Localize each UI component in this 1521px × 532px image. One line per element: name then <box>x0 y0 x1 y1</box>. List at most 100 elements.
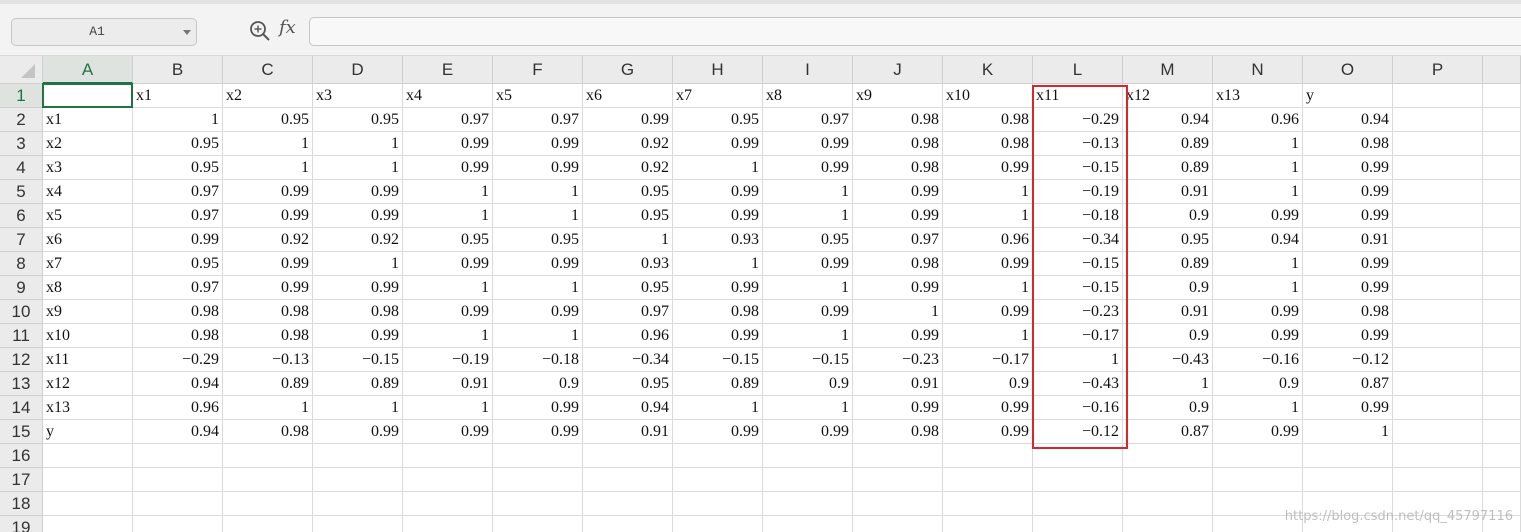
cell-p16[interactable] <box>1393 444 1483 468</box>
cell-p2[interactable] <box>1393 108 1483 132</box>
cell-c13[interactable]: 0.89 <box>223 372 313 396</box>
cell-c19[interactable] <box>223 516 313 532</box>
cell-m14[interactable]: 0.9 <box>1123 396 1213 420</box>
cell-g7[interactable]: 1 <box>583 228 673 252</box>
cell-a3[interactable]: x2 <box>43 132 133 156</box>
cell-n9[interactable]: 1 <box>1213 276 1303 300</box>
cell-a13[interactable]: x12 <box>43 372 133 396</box>
cell-c12[interactable]: −0.13 <box>223 348 313 372</box>
cell-extra1[interactable] <box>1483 84 1521 108</box>
cell-a1[interactable] <box>43 84 133 108</box>
cell-h8[interactable]: 1 <box>673 252 763 276</box>
cell-o10[interactable]: 0.98 <box>1303 300 1393 324</box>
cell-j3[interactable]: 0.98 <box>853 132 943 156</box>
cell-m13[interactable]: 1 <box>1123 372 1213 396</box>
cell-f13[interactable]: 0.9 <box>493 372 583 396</box>
cell-o7[interactable]: 0.91 <box>1303 228 1393 252</box>
cell-e19[interactable] <box>403 516 493 532</box>
cell-p14[interactable] <box>1393 396 1483 420</box>
cell-k11[interactable]: 1 <box>943 324 1033 348</box>
cell-k4[interactable]: 0.99 <box>943 156 1033 180</box>
zoom-search-icon[interactable] <box>249 20 271 42</box>
cell-b17[interactable] <box>133 468 223 492</box>
cell-m3[interactable]: 0.89 <box>1123 132 1213 156</box>
cell-k5[interactable]: 1 <box>943 180 1033 204</box>
cell-l11[interactable]: −0.17 <box>1033 324 1123 348</box>
cell-l15[interactable]: −0.12 <box>1033 420 1123 444</box>
cell-a19[interactable] <box>43 516 133 532</box>
formula-input[interactable] <box>309 17 1521 46</box>
cell-i18[interactable] <box>763 492 853 516</box>
cell-f10[interactable]: 0.99 <box>493 300 583 324</box>
row-header-14[interactable]: 14 <box>0 396 43 420</box>
cell-g3[interactable]: 0.92 <box>583 132 673 156</box>
cell-i13[interactable]: 0.9 <box>763 372 853 396</box>
cell-j15[interactable]: 0.98 <box>853 420 943 444</box>
cell-e9[interactable]: 1 <box>403 276 493 300</box>
cell-b4[interactable]: 0.95 <box>133 156 223 180</box>
cell-e3[interactable]: 0.99 <box>403 132 493 156</box>
cell-i3[interactable]: 0.99 <box>763 132 853 156</box>
column-header-a[interactable]: A <box>43 56 133 84</box>
cell-d8[interactable]: 1 <box>313 252 403 276</box>
cell-o17[interactable] <box>1303 468 1393 492</box>
cell-e18[interactable] <box>403 492 493 516</box>
cell-o3[interactable]: 0.98 <box>1303 132 1393 156</box>
cell-h3[interactable]: 0.99 <box>673 132 763 156</box>
cell-k3[interactable]: 0.98 <box>943 132 1033 156</box>
cell-o9[interactable]: 0.99 <box>1303 276 1393 300</box>
row-header-8[interactable]: 8 <box>0 252 43 276</box>
cell-n14[interactable]: 1 <box>1213 396 1303 420</box>
cell-f18[interactable] <box>493 492 583 516</box>
cell-f14[interactable]: 0.99 <box>493 396 583 420</box>
cell-c17[interactable] <box>223 468 313 492</box>
cell-m1[interactable]: x12 <box>1123 84 1213 108</box>
cell-a10[interactable]: x9 <box>43 300 133 324</box>
cell-g14[interactable]: 0.94 <box>583 396 673 420</box>
cell-p1[interactable] <box>1393 84 1483 108</box>
cell-l13[interactable]: −0.43 <box>1033 372 1123 396</box>
cell-i1[interactable]: x8 <box>763 84 853 108</box>
cell-l1[interactable]: x11 <box>1033 84 1123 108</box>
cell-o12[interactable]: −0.12 <box>1303 348 1393 372</box>
row-header-15[interactable]: 15 <box>0 420 43 444</box>
cell-c1[interactable]: x2 <box>223 84 313 108</box>
cell-b15[interactable]: 0.94 <box>133 420 223 444</box>
cell-l7[interactable]: −0.34 <box>1033 228 1123 252</box>
cell-d1[interactable]: x3 <box>313 84 403 108</box>
cell-m15[interactable]: 0.87 <box>1123 420 1213 444</box>
cell-n10[interactable]: 0.99 <box>1213 300 1303 324</box>
cell-extra3[interactable] <box>1483 132 1521 156</box>
cell-h12[interactable]: −0.15 <box>673 348 763 372</box>
cell-n6[interactable]: 0.99 <box>1213 204 1303 228</box>
cell-l9[interactable]: −0.15 <box>1033 276 1123 300</box>
cell-h15[interactable]: 0.99 <box>673 420 763 444</box>
cell-c18[interactable] <box>223 492 313 516</box>
cell-p11[interactable] <box>1393 324 1483 348</box>
cell-g17[interactable] <box>583 468 673 492</box>
column-header-m[interactable]: M <box>1123 56 1213 84</box>
row-header-5[interactable]: 5 <box>0 180 43 204</box>
cell-f3[interactable]: 0.99 <box>493 132 583 156</box>
cell-g16[interactable] <box>583 444 673 468</box>
cell-b7[interactable]: 0.99 <box>133 228 223 252</box>
cell-p3[interactable] <box>1393 132 1483 156</box>
cell-o15[interactable]: 1 <box>1303 420 1393 444</box>
cell-i19[interactable] <box>763 516 853 532</box>
cell-p8[interactable] <box>1393 252 1483 276</box>
cell-l2[interactable]: −0.29 <box>1033 108 1123 132</box>
cell-h4[interactable]: 1 <box>673 156 763 180</box>
cell-a14[interactable]: x13 <box>43 396 133 420</box>
cell-p15[interactable] <box>1393 420 1483 444</box>
cell-o4[interactable]: 0.99 <box>1303 156 1393 180</box>
cell-j13[interactable]: 0.91 <box>853 372 943 396</box>
cell-e12[interactable]: −0.19 <box>403 348 493 372</box>
row-header-4[interactable]: 4 <box>0 156 43 180</box>
cell-j12[interactable]: −0.23 <box>853 348 943 372</box>
cell-l12[interactable]: 1 <box>1033 348 1123 372</box>
cell-m17[interactable] <box>1123 468 1213 492</box>
cell-k2[interactable]: 0.98 <box>943 108 1033 132</box>
cell-e6[interactable]: 1 <box>403 204 493 228</box>
row-header-3[interactable]: 3 <box>0 132 43 156</box>
cell-d13[interactable]: 0.89 <box>313 372 403 396</box>
